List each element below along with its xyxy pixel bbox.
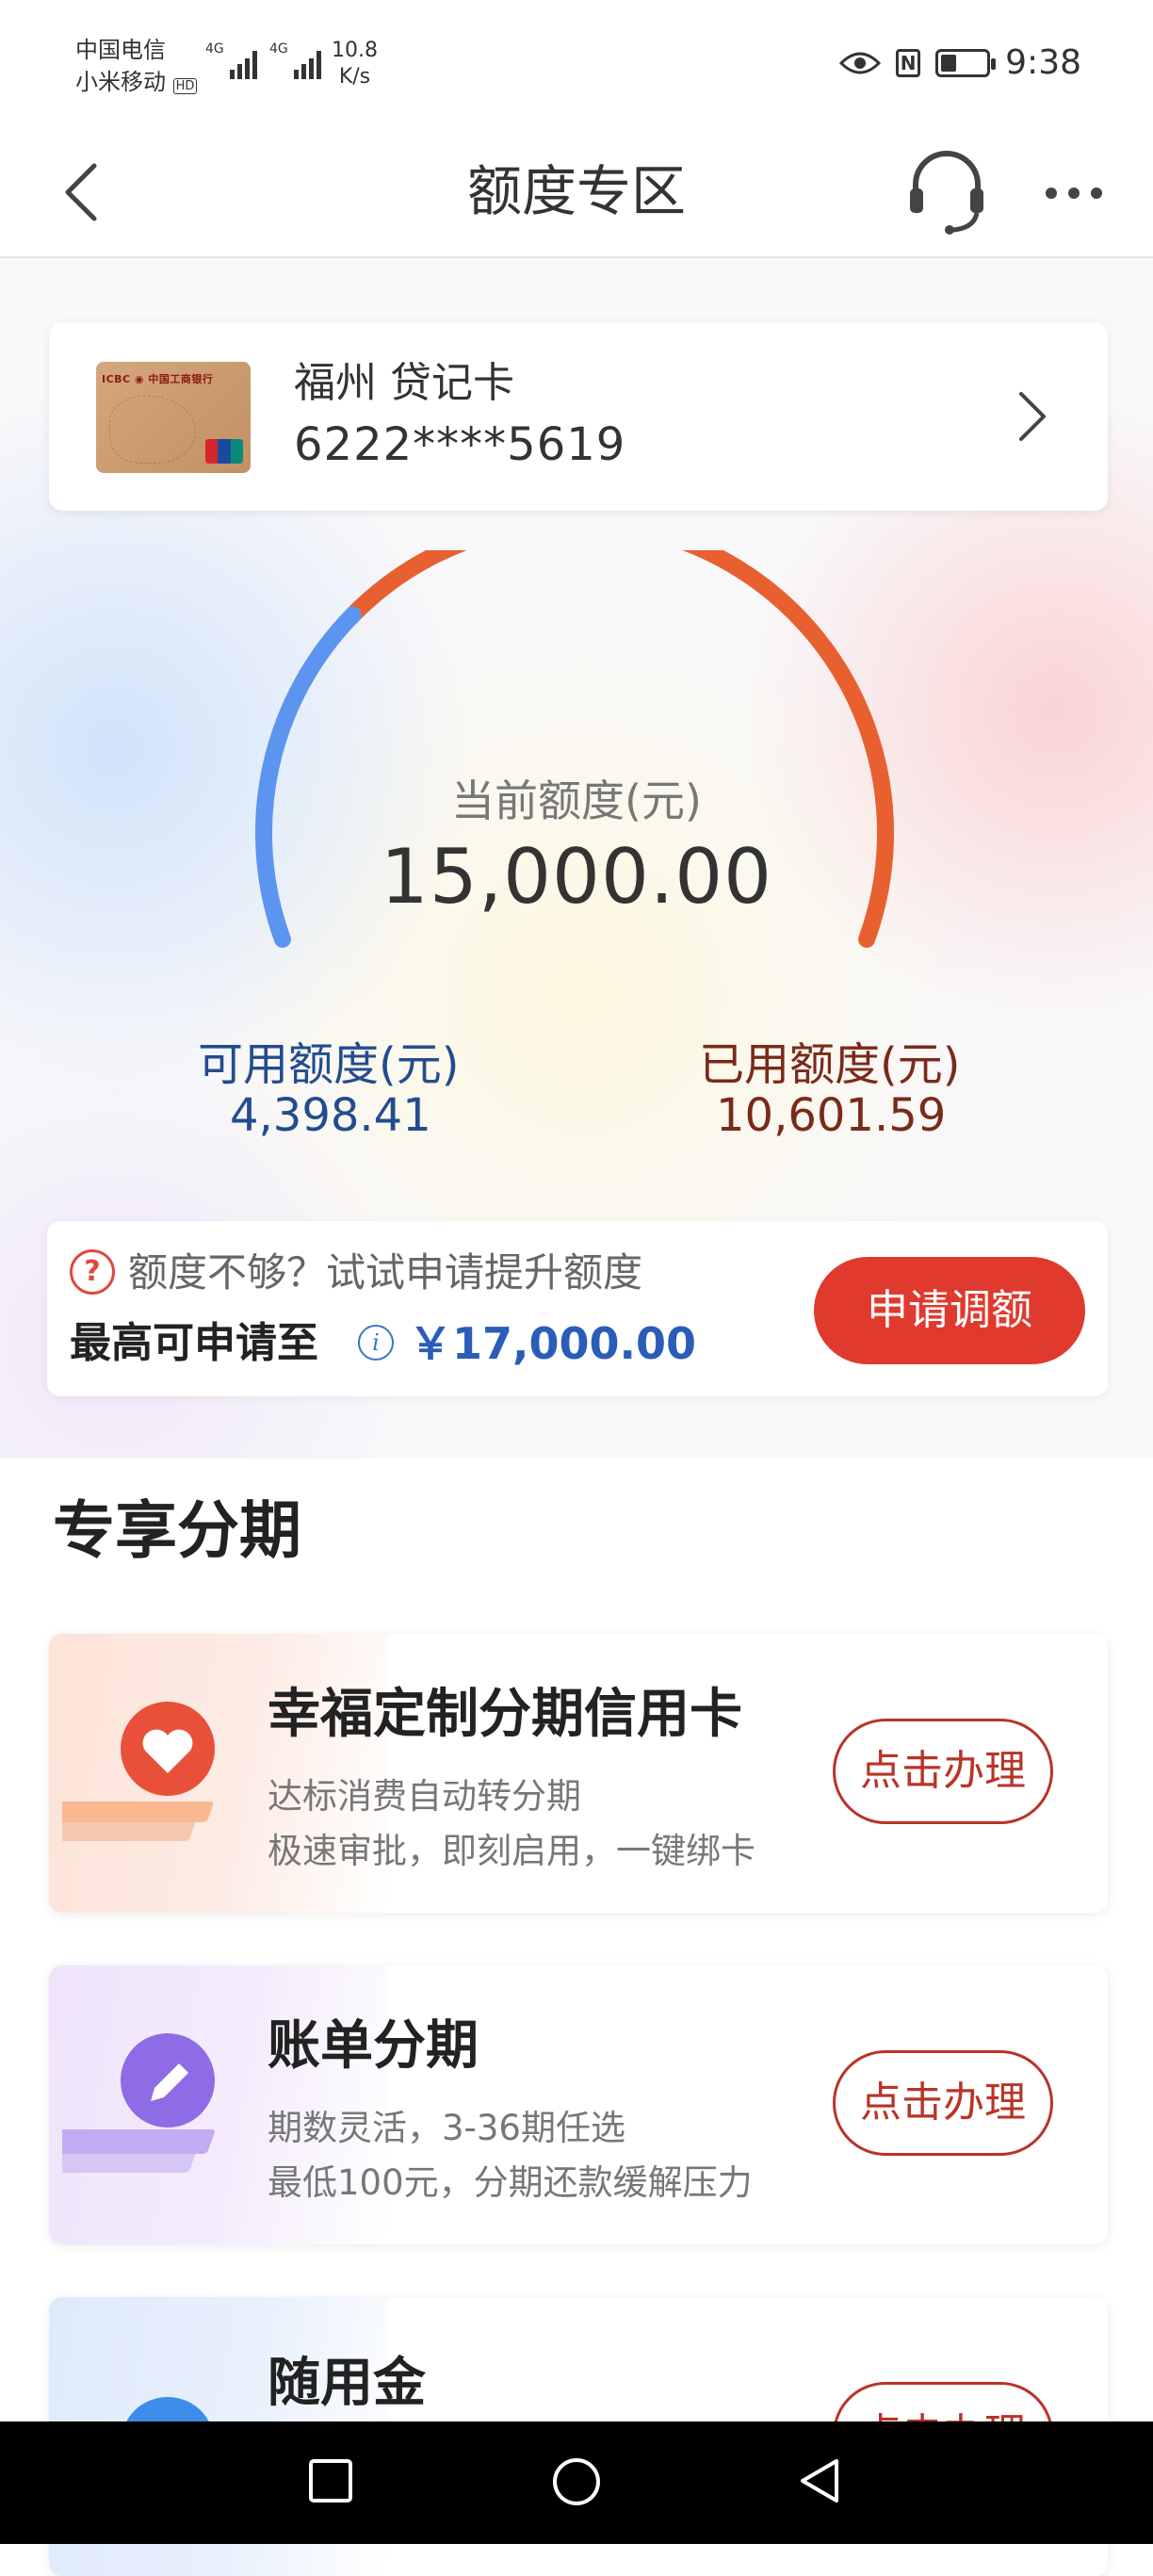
network-speed: 10.8 K/s xyxy=(332,39,378,89)
chevron-right-icon xyxy=(1019,392,1046,441)
clock: 9:38 xyxy=(1005,43,1081,82)
heart-icon xyxy=(62,1702,215,1841)
home-icon[interactable] xyxy=(550,2457,603,2510)
current-limit-value: 15,000.00 xyxy=(380,833,773,921)
offer-card-happiness[interactable]: 幸福定制分期信用卡 达标消费自动转分期 极速审批，即刻启用，一键绑卡 点击办理 xyxy=(49,1634,1108,1913)
question-icon: ? xyxy=(70,1249,115,1295)
current-limit-label: 当前额度(元) xyxy=(451,775,702,826)
back-nav-icon[interactable] xyxy=(797,2457,844,2504)
used-limit-label: 已用额度(元) xyxy=(699,1038,961,1091)
handle-button[interactable]: 点击办理 xyxy=(833,1719,1053,1824)
battery-icon xyxy=(935,48,997,77)
hd-badge: HD xyxy=(172,78,198,94)
eye-icon xyxy=(839,52,882,73)
raise-hint: 额度不够？试试申请提升额度 xyxy=(128,1249,643,1296)
signal-icon-2: 4G xyxy=(269,41,321,79)
used-limit-value: 10,601.59 xyxy=(716,1089,947,1142)
recent-apps-icon[interactable] xyxy=(307,2457,354,2504)
unionpay-logo xyxy=(205,439,243,464)
more-icon[interactable] xyxy=(1046,160,1121,226)
customer-service-icon[interactable] xyxy=(906,147,987,237)
offer-desc-2: 最低100元，分期还款缓解压力 xyxy=(268,2162,753,2203)
offer-desc-1: 期数灵活，3-36期任选 xyxy=(268,2108,625,2148)
offer-name: 幸福定制分期信用卡 xyxy=(268,1684,742,1745)
carrier-2: 小米移动 HD xyxy=(75,66,198,103)
card-selector[interactable]: ICBC ◉ 中国工商银行 福州 贷记卡 6222****5619 xyxy=(49,322,1108,511)
offer-card-bill-installment[interactable]: 账单分期 期数灵活，3-36期任选 最低100元，分期还款缓解压力 点击办理 xyxy=(49,1965,1108,2244)
card-number: 6222****5619 xyxy=(294,418,626,471)
max-apply-label: 最高可申请至 xyxy=(70,1319,318,1367)
offer-name: 账单分期 xyxy=(268,2015,479,2077)
carrier-info: 中国电信 小米移动 HD xyxy=(75,34,198,103)
limit-panel: ICBC ◉ 中国工商银行 福州 贷记卡 6222****5619 当前额度(元… xyxy=(0,258,1153,1459)
nfc-icon: N xyxy=(896,48,921,77)
pencil-icon xyxy=(62,2033,215,2173)
available-limit-value: 4,398.41 xyxy=(230,1089,431,1142)
carrier-1: 中国电信 xyxy=(75,37,166,63)
title-bar: 额度专区 xyxy=(0,132,1153,258)
bank-logo: ICBC ◉ 中国工商银行 xyxy=(102,373,214,385)
raise-limit-card: ? 额度不够？试试申请提升额度 最高可申请至 i ￥17,000.00 申请调额 xyxy=(47,1221,1108,1396)
offer-desc-2: 极速审批，即刻启用，一键绑卡 xyxy=(268,1831,755,1871)
system-nav-bar xyxy=(0,2421,1153,2544)
offer-desc-1: 达标消费自动转分期 xyxy=(268,1776,581,1817)
available-limit-label: 可用额度(元) xyxy=(198,1038,460,1091)
max-apply-amount: ￥17,000.00 xyxy=(409,1318,696,1369)
section-title: 专享分期 xyxy=(53,1494,301,1567)
handle-button[interactable]: 点击办理 xyxy=(833,2050,1053,2156)
info-icon[interactable]: i xyxy=(358,1325,394,1361)
bank-card-image: ICBC ◉ 中国工商银行 xyxy=(96,362,251,473)
status-bar: 中国电信 小米移动 HD 4G 4G 10.8 K/s N 9:38 xyxy=(0,0,1153,132)
card-name: 福州 贷记卡 xyxy=(294,359,514,407)
apply-adjust-button[interactable]: 申请调额 xyxy=(814,1257,1085,1364)
signal-icon: 4G xyxy=(205,41,257,79)
offer-name: 随用金 xyxy=(268,2353,426,2414)
